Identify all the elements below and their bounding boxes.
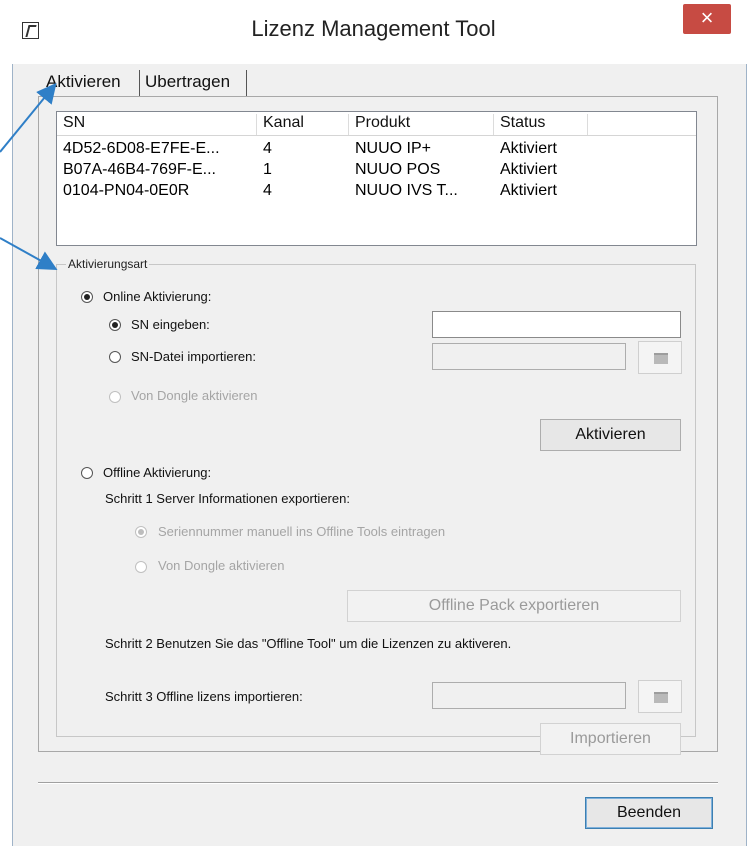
column-header-produkt[interactable]: Produkt [349,114,494,135]
manual-serial-label: Seriennummer manuell ins Offline Tools e… [158,524,446,539]
column-header-sn[interactable]: SN [57,114,257,135]
cell-status: Aktiviert [500,161,557,178]
cell-produkt: NUUO POS [355,161,441,178]
cell-produkt: NUUO IP+ [355,140,432,157]
sn-eingeben-label: SN eingeben: [131,317,210,332]
step3-browse-button[interactable] [638,680,682,713]
cell-sn: 4D52-6D08-E7FE-E... [63,140,220,157]
sn-datei-label: SN-Datei importieren: [131,349,256,364]
column-header-kanal[interactable]: Kanal [257,114,349,135]
tab-ubertragen[interactable]: Ubertragen [145,72,230,92]
table-row[interactable]: 4D52-6D08-E7FE-E... 4 NUUO IP+ Aktiviert [57,140,696,161]
sn-datei-input[interactable] [432,343,626,370]
offline-activation-radio[interactable] [81,467,93,479]
dongle-activation-radio[interactable] [109,391,121,403]
cell-sn: 0104-PN04-0E0R [63,182,190,199]
cell-produkt: NUUO IVS T... [355,182,458,199]
import-button[interactable]: Importieren [540,723,681,755]
table-row[interactable]: 0104-PN04-0E0R 4 NUUO IVS T... Aktiviert [57,182,696,203]
dongle-activation-label: Von Dongle aktivieren [131,388,258,403]
step1-dongle-radio[interactable] [135,561,147,573]
tab-aktivieren[interactable]: Aktivieren [46,72,121,92]
window-title: Lizenz Management Tool [251,16,496,41]
sn-input-field[interactable] [433,312,680,337]
list-header: SN Kanal Produkt Status [57,112,696,136]
step3-label: Schritt 3 Offline lizens importieren: [105,689,303,704]
step1-dongle-label: Von Dongle aktivieren [158,558,285,573]
footer-separator-highlight [38,783,718,784]
cell-status: Aktiviert [500,140,557,157]
cell-kanal: 4 [263,140,272,157]
sn-datei-browse-button[interactable] [638,341,682,374]
beenden-button[interactable]: Beenden [585,797,713,829]
tab-divider [246,70,247,96]
step3-input[interactable] [432,682,626,709]
folder-icon [654,353,668,364]
license-list[interactable]: SN Kanal Produkt Status 4D52-6D08-E7FE-E… [56,111,697,246]
cell-kanal: 1 [263,161,272,178]
manual-serial-radio[interactable] [135,526,147,538]
offline-activation-label: Offline Aktivierung: [103,465,212,480]
cell-status: Aktiviert [500,182,557,199]
table-row[interactable]: B07A-46B4-769F-E... 1 NUUO POS Aktiviert [57,161,696,182]
activate-button[interactable]: Aktivieren [540,419,681,451]
step1-label: Schritt 1 Server Informationen exportier… [105,491,350,506]
activation-group-title: Aktivierungsart [66,257,150,271]
step2-label: Schritt 2 Benutzen Sie das "Offline Tool… [105,636,512,651]
cell-kanal: 4 [263,182,272,199]
column-header-status[interactable]: Status [494,114,588,135]
sn-datei-radio[interactable] [109,351,121,363]
sn-input[interactable] [432,311,681,338]
online-activation-radio[interactable] [81,291,93,303]
tab-divider [139,70,140,96]
cell-sn: B07A-46B4-769F-E... [63,161,216,178]
folder-icon [654,692,668,703]
online-activation-label: Online Aktivierung: [103,289,212,304]
close-window-button[interactable]: × [683,4,731,34]
export-offline-pack-button[interactable]: Offline Pack exportieren [347,590,681,622]
sn-eingeben-radio[interactable] [109,319,121,331]
